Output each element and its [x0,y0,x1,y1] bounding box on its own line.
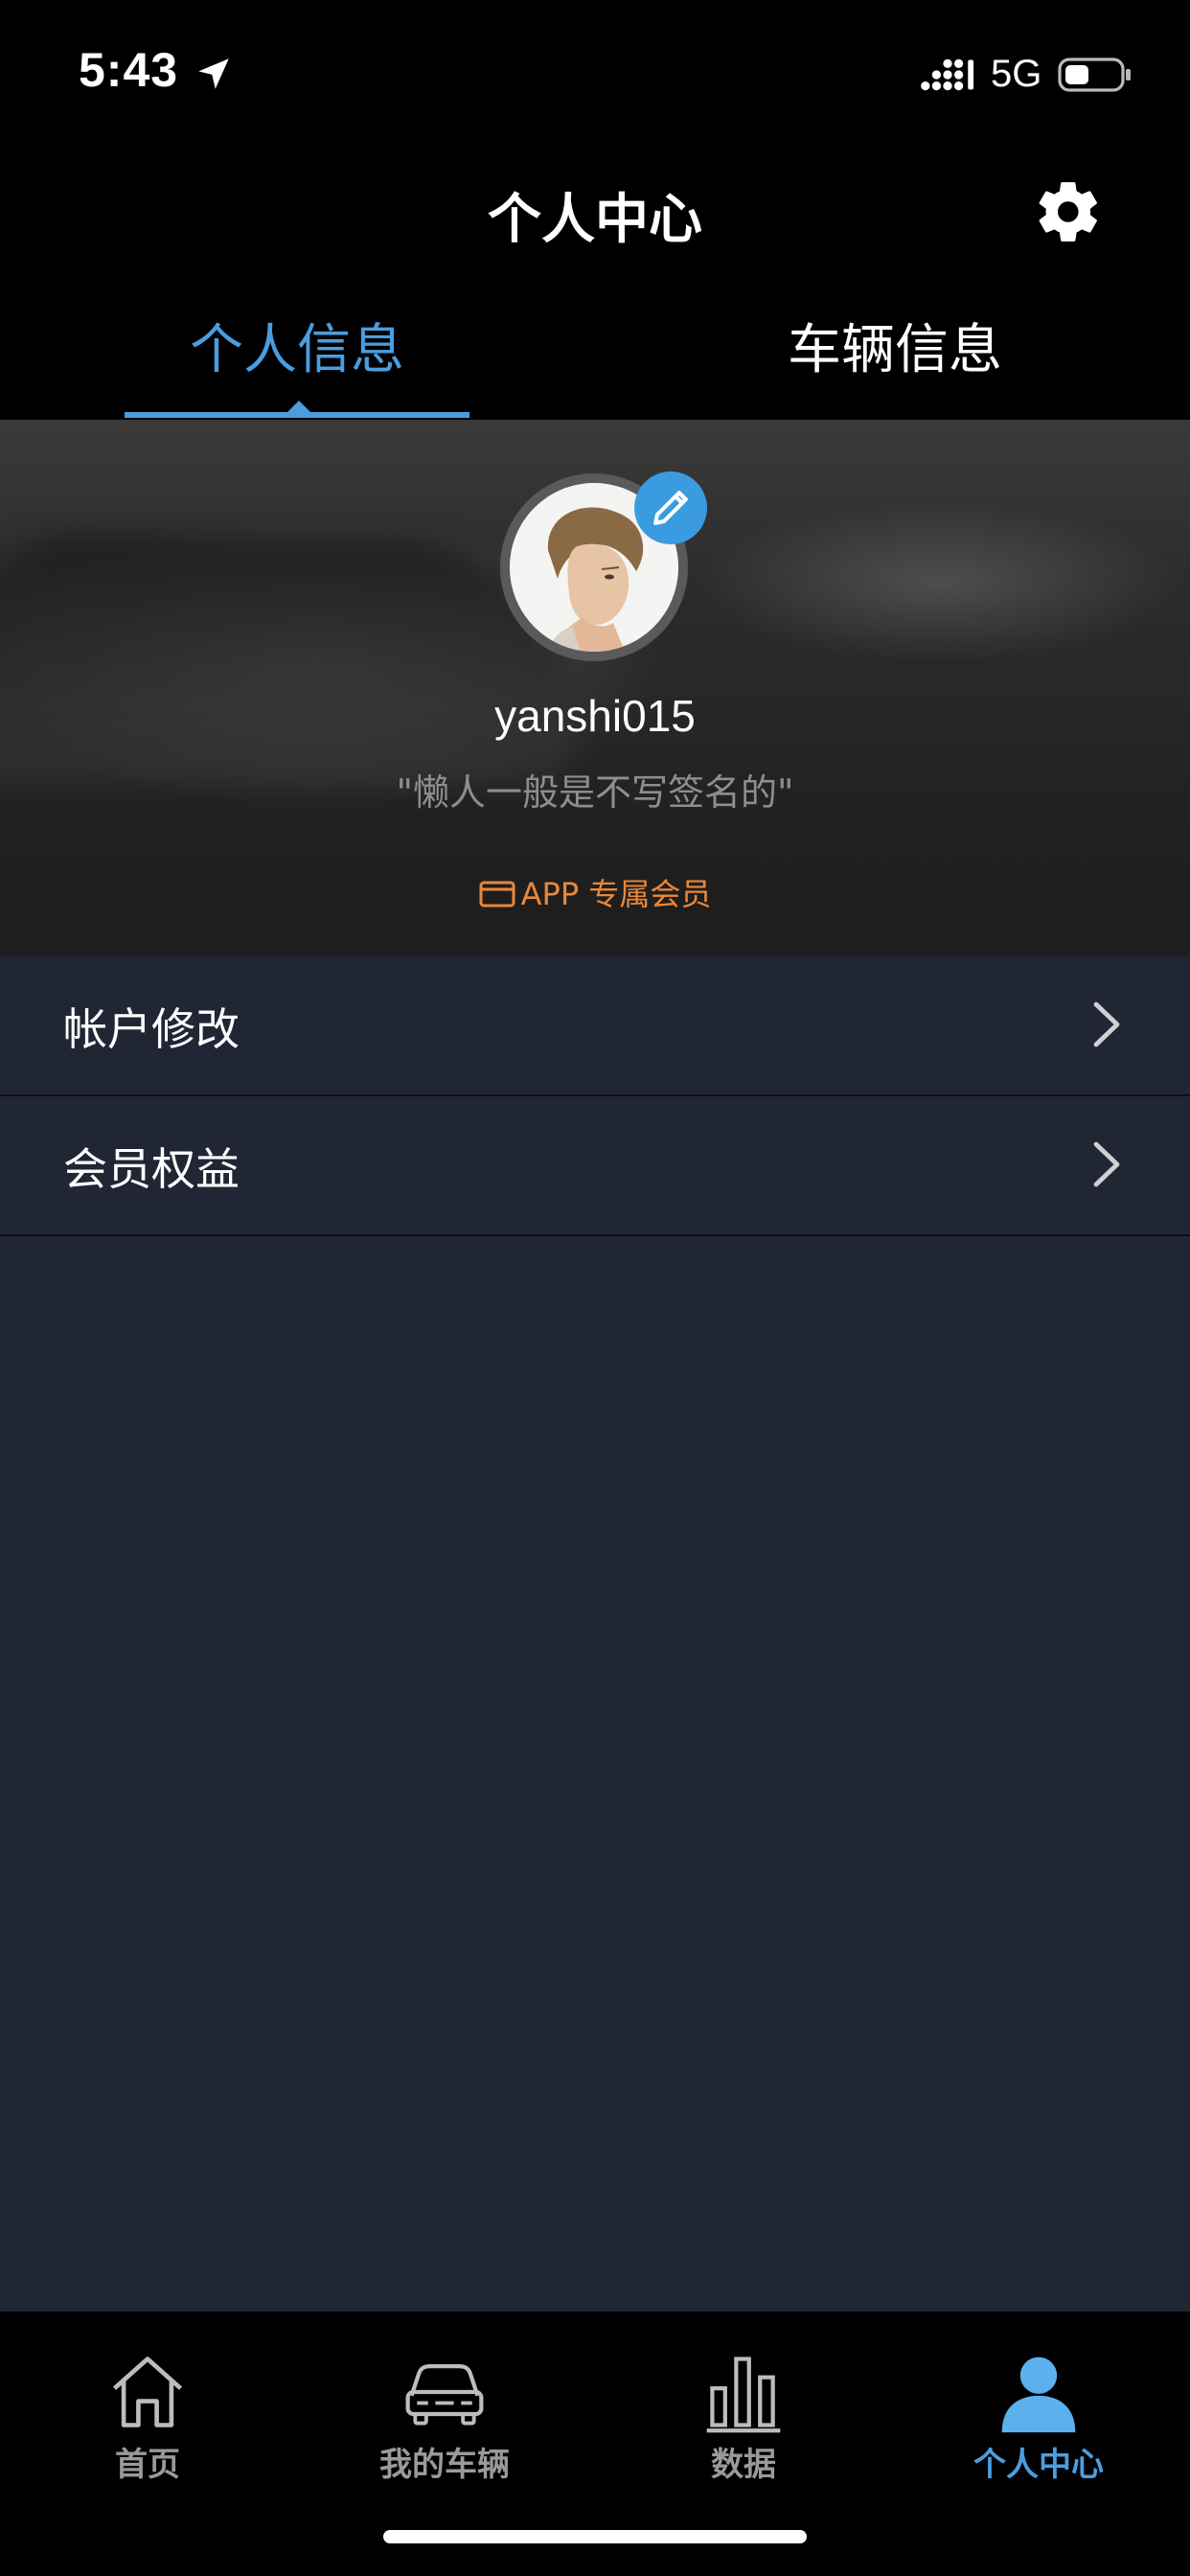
profile-screen: 5:43 5G 个人中心 个人信息 车辆信息 yanshi015 "懒人一般是不… [0,0,1190,2576]
top-tabs: 个人信息 车辆信息 [0,274,1190,420]
menu-item-member-benefits[interactable]: 会员权益 [0,1096,1190,1236]
tabbar-home[interactable]: 首页 [33,2331,263,2484]
home-icon [112,2357,183,2427]
tabbar-my-vehicle-label: 我的车辆 [379,2446,510,2484]
signal-icon [921,58,974,91]
settings-gear-icon[interactable] [1033,176,1104,247]
tab-active-indicator [125,412,469,418]
profile-hero: yanshi015 "懒人一般是不写签名的" APP 专属会员 [0,420,1190,956]
tabbar-personal-center[interactable]: 个人中心 [924,2331,1154,2484]
tabbar-my-vehicle[interactable]: 我的车辆 [330,2331,560,2484]
hero-background-road [0,707,1190,956]
tabbar-home-label: 首页 [115,2446,180,2484]
nav-header: 个人中心 [0,144,1190,274]
home-indicator[interactable] [383,2530,807,2543]
member-card-icon [479,881,515,908]
pencil-icon [653,491,688,525]
person-icon [1001,2357,1076,2433]
member-badge: APP 专属会员 [0,870,1190,914]
network-type: 5G [991,53,1042,95]
status-time: 5:43 [79,43,179,97]
tab-personal-info[interactable]: 个人信息 [105,307,489,384]
location-arrow-icon [198,58,229,89]
chevron-right-icon [1093,1001,1120,1047]
tab-indicator-notch [287,401,310,412]
username: yanshi015 [494,691,696,741]
member-badge-label: APP 专属会员 [520,876,712,912]
edit-avatar-button[interactable] [634,472,707,544]
status-bar: 5:43 5G [0,0,1190,144]
signature: "懒人一般是不写签名的" [396,771,794,814]
car-icon [405,2364,484,2426]
bar-chart-icon [706,2357,781,2433]
menu-item-account-edit[interactable]: 帐户修改 [0,956,1190,1096]
tabbar-personal-center-label: 个人中心 [973,2446,1104,2484]
tabbar-data-label: 数据 [711,2446,776,2484]
tabbar-data[interactable]: 数据 [629,2331,858,2484]
menu-list: 帐户修改 会员权益 [0,956,1190,1236]
tab-vehicle-info[interactable]: 车辆信息 [703,307,1087,384]
menu-item-label: 会员权益 [63,1143,240,1195]
chevron-right-icon [1093,1141,1120,1187]
menu-item-label: 帐户修改 [63,1003,240,1055]
battery-icon [1058,58,1131,92]
page-title: 个人中心 [488,189,702,251]
